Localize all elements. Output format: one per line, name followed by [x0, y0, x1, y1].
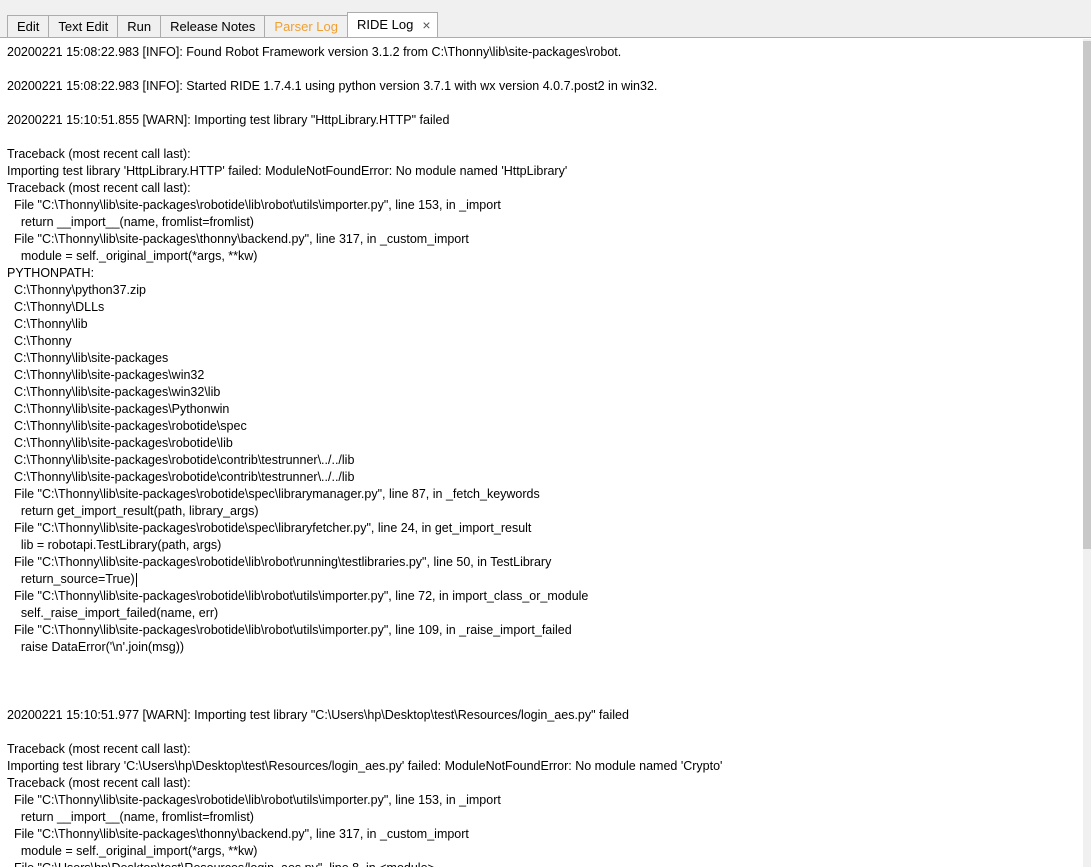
log-line: C:\Thonny\lib\site-packages\win32\lib: [7, 385, 221, 399]
log-line: module = self._original_import(*args, **…: [7, 844, 258, 858]
tab-edit[interactable]: Edit: [7, 15, 50, 37]
log-line: Traceback (most recent call last):: [7, 147, 191, 161]
log-line: File "C:\Thonny\lib\site-packages\roboti…: [7, 623, 572, 637]
notebook-tab-bar: Edit Text Edit Run Release Notes Parser …: [0, 0, 1091, 40]
tab-ride-log-label: RIDE Log: [357, 17, 414, 32]
log-line: File "C:\Thonny\lib\site-packages\roboti…: [7, 589, 589, 603]
ride-log-panel[interactable]: 20200221 15:08:22.983 [INFO]: Found Robo…: [0, 37, 1091, 867]
log-line: return get_import_result(path, library_a…: [7, 504, 259, 518]
log-line: C:\Thonny\DLLs: [7, 300, 105, 314]
tab-ride-log[interactable]: RIDE Log ×: [347, 12, 438, 37]
log-line: File "C:\Thonny\lib\site-packages\roboti…: [7, 198, 501, 212]
log-line: C:\Thonny\lib: [7, 317, 88, 331]
log-line: File "C:\Users\hp\Desktop\test\Resources…: [7, 860, 1082, 867]
log-line: Importing test library 'HttpLibrary.HTTP…: [7, 164, 568, 178]
log-line: C:\Thonny\lib\site-packages\win32: [7, 368, 205, 382]
log-line: 20200221 15:10:51.977 [WARN]: Importing …: [7, 708, 629, 722]
tab-release-notes[interactable]: Release Notes: [160, 15, 266, 37]
log-line: File "C:\Thonny\lib\site-packages\thonny…: [7, 827, 469, 841]
log-line: C:\Thonny\lib\site-packages\Pythonwin: [7, 402, 230, 416]
scrollbar-thumb[interactable]: [1083, 41, 1091, 549]
log-line: Traceback (most recent call last):: [7, 742, 191, 756]
log-line: raise DataError('\n'.join(msg)): [7, 640, 185, 654]
log-line: PYTHONPATH:: [7, 266, 95, 280]
log-line: C:\Thonny\lib\site-packages\robotide\con…: [7, 453, 355, 467]
log-line: Traceback (most recent call last):: [7, 776, 191, 790]
log-line: Importing test library 'C:\Users\hp\Desk…: [7, 759, 723, 773]
tab-parser-log[interactable]: Parser Log: [264, 15, 348, 37]
vertical-scrollbar[interactable]: [1083, 39, 1091, 867]
log-line: C:\Thonny\lib\site-packages\robotide\spe…: [7, 419, 247, 433]
log-line: module = self._original_import(*args, **…: [7, 249, 258, 263]
log-line: C:\Thonny\python37.zip: [7, 283, 146, 297]
log-line: return __import__(name, fromlist=fromlis…: [7, 810, 254, 824]
tab-text-edit[interactable]: Text Edit: [48, 15, 119, 37]
log-line: Traceback (most recent call last):: [7, 181, 191, 195]
log-line: 20200221 15:08:22.983 [INFO]: Started RI…: [7, 79, 658, 93]
log-line: File "C:\Thonny\lib\site-packages\roboti…: [7, 793, 501, 807]
log-line: 20200221 15:10:51.855 [WARN]: Importing …: [7, 113, 450, 127]
log-line: C:\Thonny\lib\site-packages\robotide\lib: [7, 436, 233, 450]
text-caret: [135, 572, 137, 587]
log-line: C:\Thonny\lib\site-packages\robotide\con…: [7, 470, 355, 484]
log-line: return_source=True): [7, 572, 137, 587]
log-line: C:\Thonny\lib\site-packages: [7, 351, 169, 365]
log-line: C:\Thonny: [7, 334, 72, 348]
ride-window: Edit Text Edit Run Release Notes Parser …: [0, 0, 1091, 867]
log-line: 20200221 15:08:22.983 [INFO]: Found Robo…: [7, 45, 622, 59]
tab-run[interactable]: Run: [117, 15, 162, 37]
log-line: return __import__(name, fromlist=fromlis…: [7, 215, 254, 229]
log-text[interactable]: 20200221 15:08:22.983 [INFO]: Found Robo…: [7, 44, 1082, 867]
log-line: self._raise_import_failed(name, err): [7, 606, 219, 620]
log-line: File "C:\Thonny\lib\site-packages\thonny…: [7, 232, 469, 246]
log-line: File "C:\Thonny\lib\site-packages\roboti…: [7, 555, 552, 569]
tab-strip: Edit Text Edit Run Release Notes Parser …: [7, 12, 438, 37]
log-line: File "C:\Thonny\lib\site-packages\roboti…: [7, 521, 532, 535]
log-line: File "C:\Thonny\lib\site-packages\roboti…: [7, 487, 540, 501]
close-icon[interactable]: ×: [422, 18, 430, 32]
log-line: lib = robotapi.TestLibrary(path, args): [7, 538, 222, 552]
